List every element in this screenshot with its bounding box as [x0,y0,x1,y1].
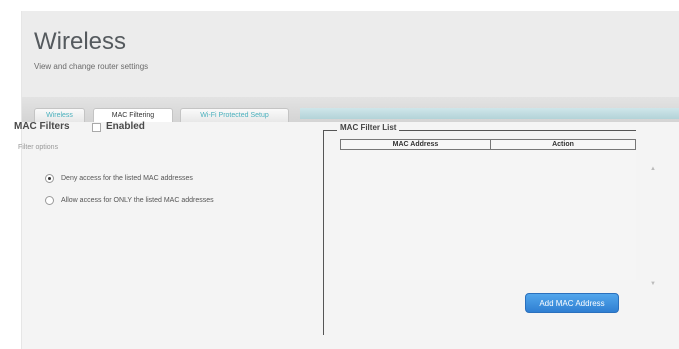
mac-filters-label: MAC Filters [14,121,70,132]
column-header-action: Action [552,141,574,148]
allow-only-label: Allow access for ONLY the listed MAC add… [61,197,214,204]
enabled-checkbox[interactable] [92,123,101,132]
deny-access-label: Deny access for the listed MAC addresses [61,175,193,182]
radio-selected-dot [48,177,51,180]
mac-filter-list-legend: MAC Filter List [337,123,400,132]
page-header: Wireless View and change router settings [22,11,679,97]
mac-filter-table-header: MAC Address Action [340,139,636,150]
tab-wifi-protected-setup[interactable]: Wi-Fi Protected Setup [180,108,289,122]
page-subtitle: View and change router settings [34,62,149,71]
column-header-mac-address: MAC Address [392,141,439,148]
page-title: Wireless [34,28,127,55]
scroll-up-arrow-icon[interactable]: ▲ [650,166,656,172]
tab-wireless[interactable]: Wireless [34,108,85,122]
mac-filter-table-body[interactable]: ▲ ▼ [340,150,656,287]
scroll-down-arrow-icon[interactable]: ▼ [650,281,656,287]
allow-only-radio[interactable] [45,196,54,205]
filter-options-label: Filter options [18,144,59,151]
deny-access-radio[interactable] [45,174,54,183]
enabled-label: Enabled [106,121,145,132]
add-mac-address-button[interactable]: Add MAC Address [525,293,619,313]
tab-bar-accent [300,108,679,119]
